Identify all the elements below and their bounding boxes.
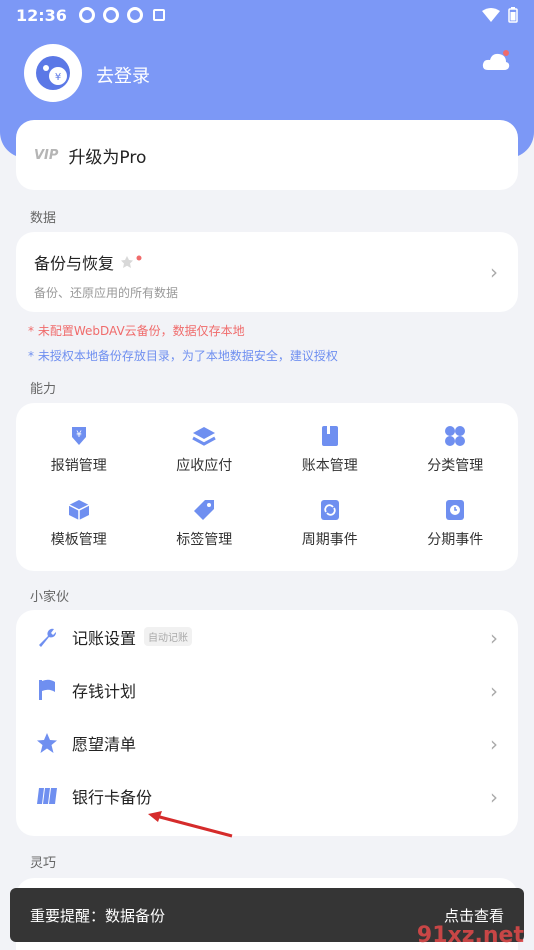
cube-icon: [68, 500, 90, 520]
backup-title: 备份与恢复: [34, 254, 115, 273]
card-icon: [37, 787, 57, 804]
wrench-icon: [39, 628, 57, 647]
star-badge-icon: [121, 255, 142, 268]
authorize-warning[interactable]: * 未授权本地备份存放目录，为了本地数据安全，建议授权: [28, 347, 338, 364]
chevron-right-icon: ›: [490, 732, 498, 756]
chevron-right-icon: ›: [490, 260, 498, 284]
notification-icon: [126, 7, 143, 23]
feature-receivable[interactable]: 应收应付: [142, 413, 268, 487]
list-item-wishlist[interactable]: 愿望清单 ›: [16, 716, 518, 769]
feature-label: 模板管理: [50, 532, 107, 548]
svg-text:¥: ¥: [55, 72, 61, 83]
feature-label: 标签管理: [176, 532, 233, 548]
tools-list: 记账设置 自动记账 › 存钱计划 › 愿望清单 › 银行卡备份 ›: [16, 610, 518, 836]
star-icon: [37, 732, 57, 753]
section-title-smart: 灵巧: [30, 856, 57, 871]
notification-icon: [152, 9, 165, 21]
features-grid: ¥ 报销管理 应收应付 账本管理 分类管理 模板管理 标签管理 周期事件 分期事…: [16, 403, 518, 571]
feature-tag[interactable]: 标签管理: [142, 487, 268, 561]
login-link[interactable]: 去登录: [96, 62, 150, 88]
cycle-icon: [320, 500, 339, 520]
avatar[interactable]: ¥: [24, 44, 82, 102]
feature-ledger[interactable]: 账本管理: [267, 413, 393, 487]
list-item-bookkeeping-settings[interactable]: 记账设置 自动记账 ›: [16, 610, 518, 663]
feature-installment[interactable]: 分期事件: [393, 487, 519, 561]
vip-badge-icon: VIP: [34, 147, 59, 163]
flag-icon: [39, 679, 55, 700]
feature-category[interactable]: 分类管理: [393, 413, 519, 487]
backup-subtitle: 备份、还原应用的所有数据: [34, 286, 179, 300]
list-item-label: 记账设置: [72, 628, 137, 648]
watermark-logo: 91xz.net: [416, 923, 524, 948]
battery-icon: [508, 7, 518, 23]
feature-template[interactable]: 模板管理: [16, 487, 142, 561]
upgrade-pro-card[interactable]: VIP 升级为Pro: [16, 120, 518, 190]
layers-icon: [192, 427, 216, 446]
chevron-right-icon: ›: [490, 626, 498, 650]
backup-restore-card[interactable]: 备份与恢复 备份、还原应用的所有数据 ›: [16, 232, 518, 312]
tag-icon: [194, 500, 215, 520]
svg-text:¥: ¥: [76, 430, 82, 440]
category-icon: [445, 426, 466, 446]
bird-icon: ¥: [36, 56, 70, 90]
cloud-icon[interactable]: [482, 50, 510, 72]
reimburse-icon: ¥: [71, 427, 86, 445]
auto-bookkeeping-tag: 自动记账: [144, 627, 193, 646]
chevron-right-icon: ›: [490, 785, 498, 809]
list-item-label: 存钱计划: [72, 681, 137, 701]
annotation-arrow: [148, 811, 233, 838]
section-title-abilities: 能力: [30, 382, 57, 397]
feature-label: 周期事件: [301, 532, 358, 548]
chevron-right-icon: ›: [490, 679, 498, 703]
list-item-saving-plan[interactable]: 存钱计划 ›: [16, 663, 518, 716]
feature-label: 应收应付: [176, 458, 233, 474]
wifi-icon: [482, 8, 500, 22]
section-title-tools: 小家伙: [30, 590, 70, 605]
section-title-data: 数据: [30, 211, 57, 226]
status-bar: 12:36: [16, 4, 518, 26]
feature-label: 报销管理: [50, 458, 107, 474]
list-item-label: 愿望清单: [72, 734, 137, 754]
feature-label: 分类管理: [427, 458, 484, 474]
book-icon: [321, 426, 338, 446]
status-time: 12:36: [16, 5, 67, 25]
feature-periodic[interactable]: 周期事件: [267, 487, 393, 561]
clock-doc-icon: [446, 500, 465, 520]
feature-label: 分期事件: [427, 532, 484, 548]
notification-icon: [78, 7, 95, 23]
feature-reimburse[interactable]: ¥ 报销管理: [16, 413, 142, 487]
feature-label: 账本管理: [301, 458, 358, 474]
webdav-warning[interactable]: * 未配置WebDAV云备份，数据仅存本地: [28, 322, 245, 339]
notification-icon: [102, 7, 119, 23]
list-item-bank-card-backup[interactable]: 银行卡备份 ›: [16, 769, 518, 822]
list-item-label: 银行卡备份: [72, 787, 153, 807]
upgrade-pro-label: 升级为Pro: [68, 147, 147, 168]
toast-text: 重要提醒：数据备份: [30, 906, 166, 925]
